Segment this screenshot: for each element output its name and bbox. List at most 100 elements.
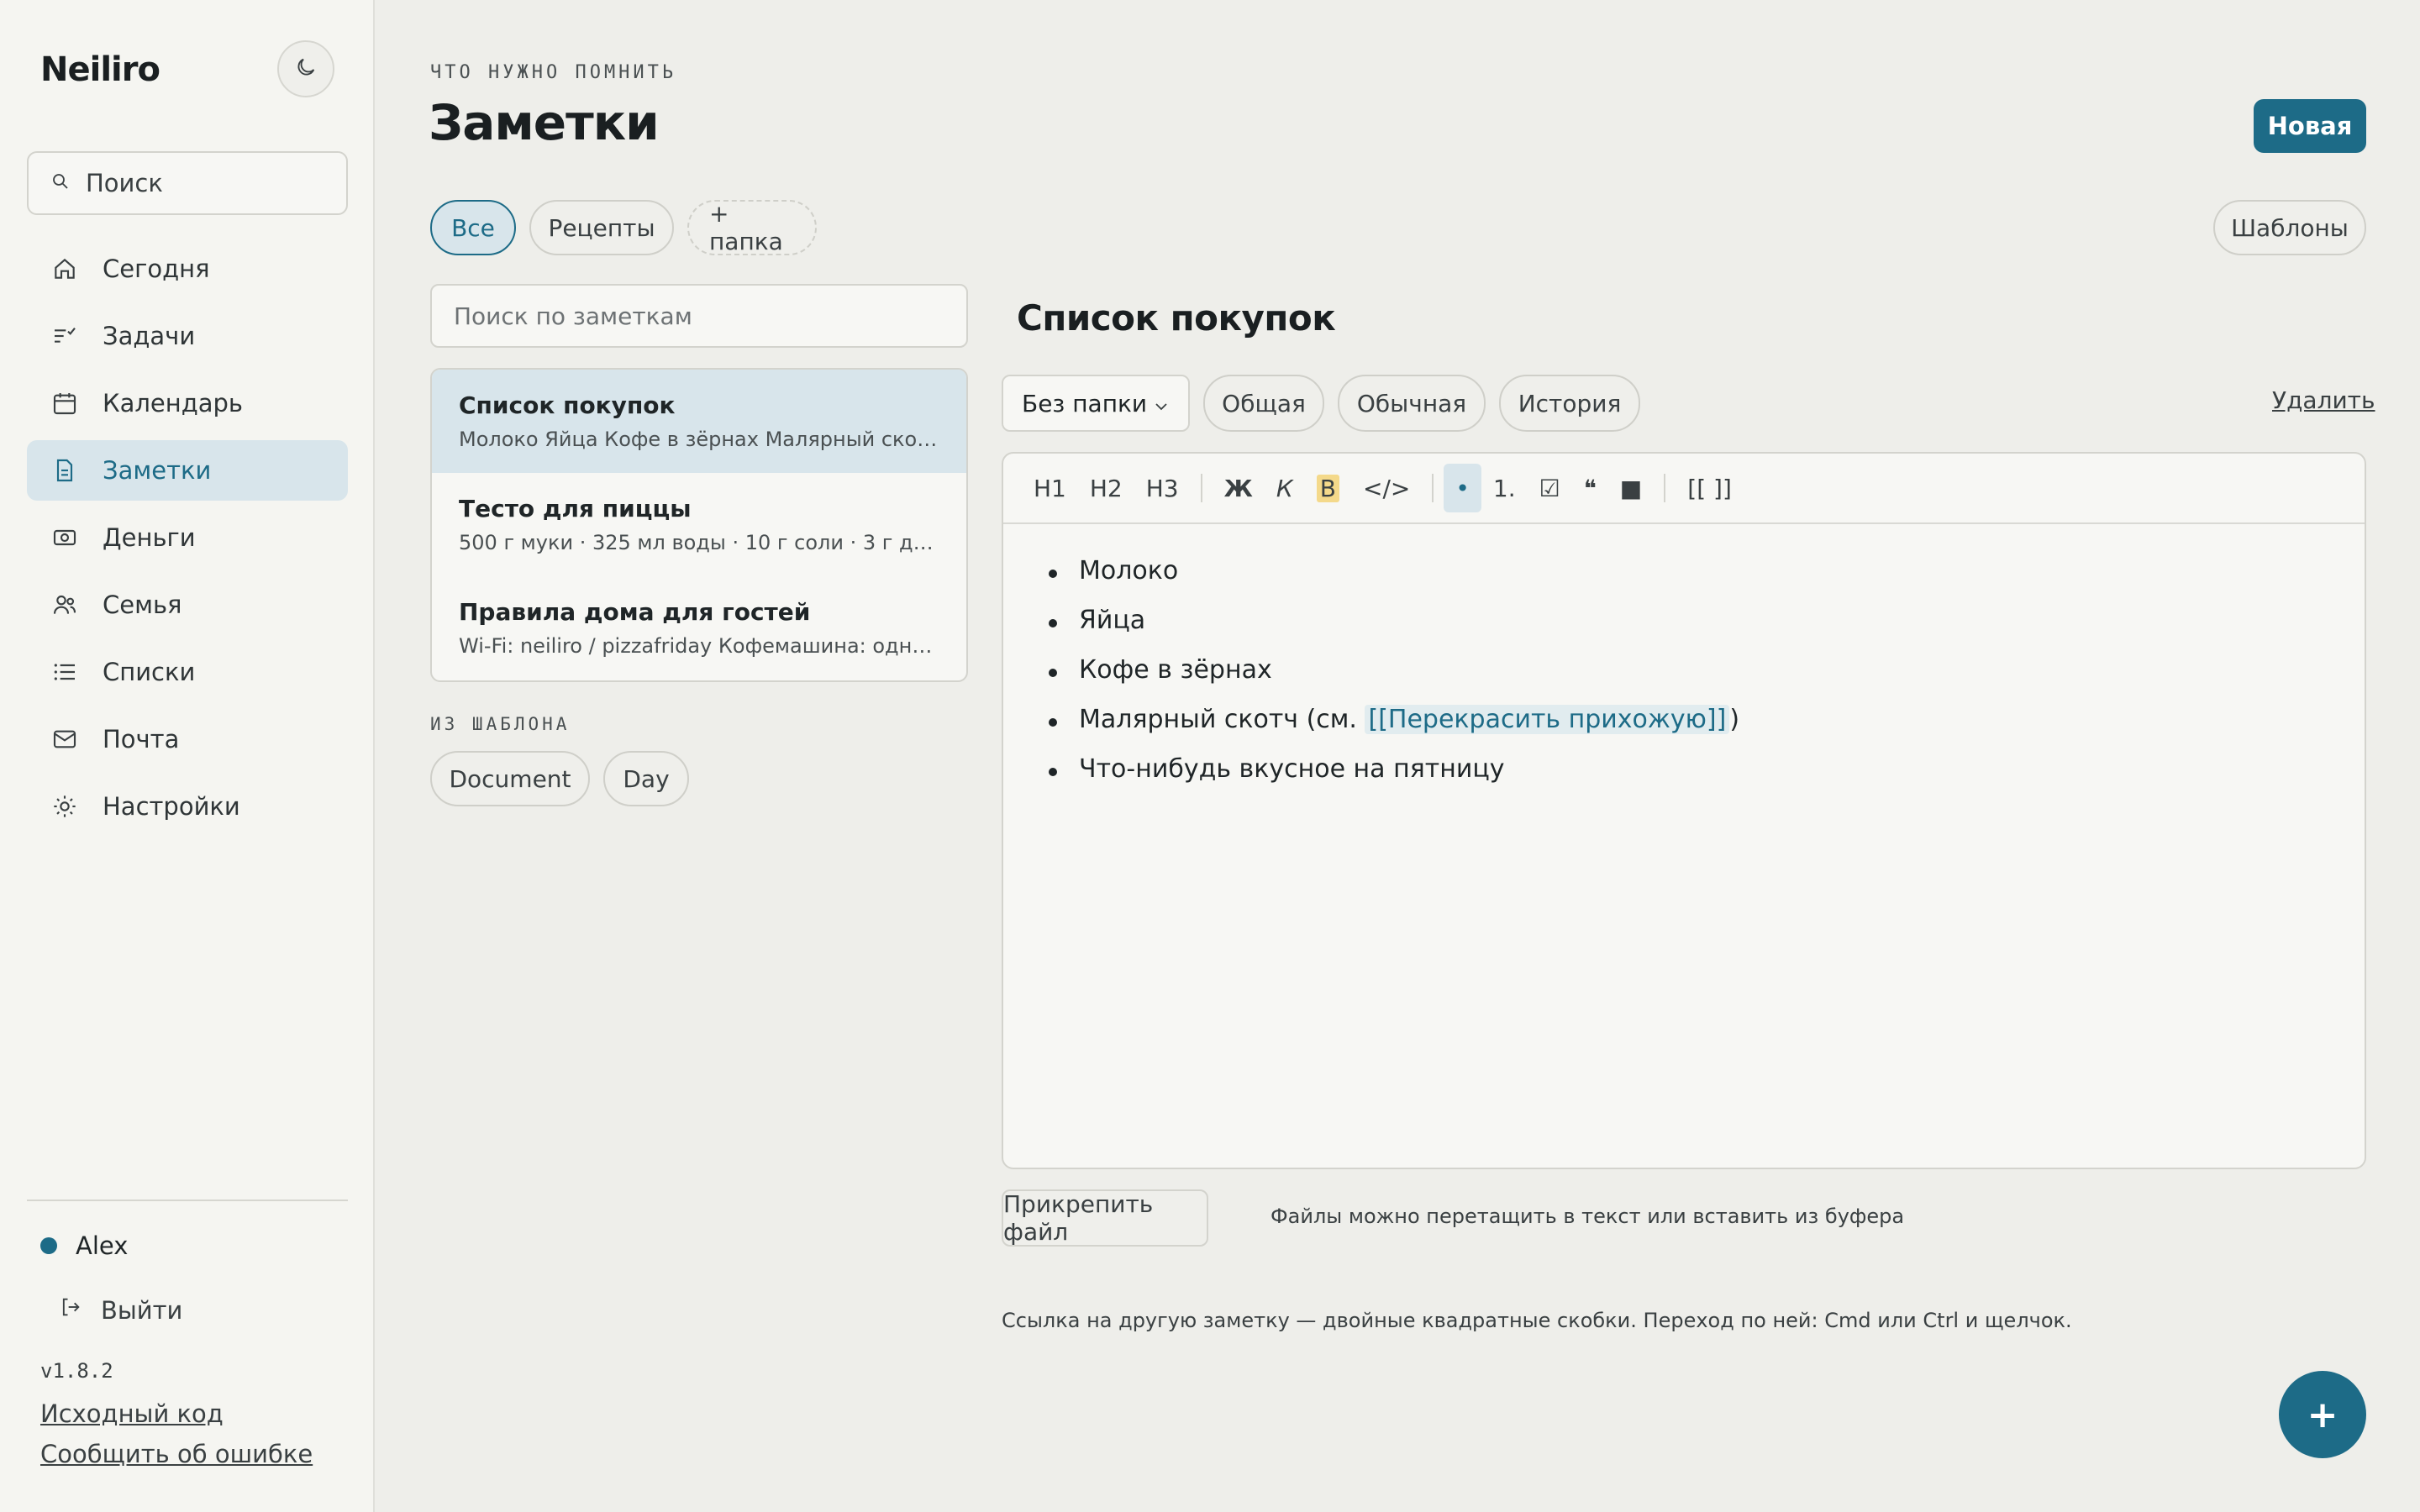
add-folder-button[interactable]: + папка (687, 200, 817, 255)
notes-list: Список покупок Молоко Яйца Кофе в зёрнах… (430, 368, 968, 682)
heading-1-button[interactable]: H1 (1022, 464, 1078, 512)
list-item: Кофе в зёрнах (1049, 655, 2365, 705)
attach-file-button[interactable]: Прикрепить файл (1002, 1189, 1208, 1247)
sidebar-item-mail[interactable]: Почта (27, 709, 348, 769)
attach-hint: Файлы можно перетащить в текст или встав… (1270, 1205, 1905, 1228)
fab-add-button[interactable]: + (2279, 1371, 2366, 1458)
sidebar-item-settings[interactable]: Настройки (27, 776, 348, 837)
delete-note-link[interactable]: Удалить (2272, 386, 2375, 414)
note-preview: 500 г муки · 325 мл воды · 10 г соли · 3… (459, 531, 939, 554)
sidebar-item-label: Списки (103, 658, 196, 686)
user-info: Alex (40, 1231, 128, 1260)
calendar-icon (50, 389, 79, 417)
brand-logo: Neiliro (40, 50, 160, 89)
note-title: Тесто для пиццы (459, 495, 692, 522)
home-icon (50, 255, 79, 283)
editor-toolbar: H1 H2 H3 Ж К В </> • 1. ☑ ❝ ■ [[ ]] (1003, 454, 2365, 524)
link-hint: Ссылка на другую заметку — двойные квадр… (1002, 1309, 2072, 1332)
new-note-button[interactable]: Новая (2254, 99, 2366, 153)
checkbox-list-button[interactable]: ☑ (1528, 464, 1572, 512)
list-item: Малярный скотч (см. [[Перекрасить прихож… (1049, 705, 2365, 754)
sidebar-item-label: Заметки (103, 456, 212, 485)
logout-icon (59, 1295, 82, 1325)
money-icon (50, 523, 79, 552)
sidebar-item-tasks[interactable]: Задачи (27, 306, 348, 366)
list-item: Что-нибудь вкусное на пятницу (1049, 754, 2365, 804)
page-eyebrow: ЧТО НУЖНО ПОМНИТЬ (430, 62, 677, 83)
sidebar-item-label: Почта (103, 725, 180, 753)
gear-icon (50, 792, 79, 821)
sidebar-item-today[interactable]: Сегодня (27, 239, 348, 299)
note-title: Правила дома для гостей (459, 598, 811, 626)
user-status-dot (40, 1237, 57, 1254)
sidebar-item-label: Деньги (103, 523, 196, 552)
list-icon (50, 658, 79, 686)
sidebar-item-label: Семья (103, 591, 182, 619)
sidebar-item-notes[interactable]: Заметки (27, 440, 348, 501)
toolbar-divider (1432, 474, 1434, 502)
history-button[interactable]: История (1499, 375, 1640, 432)
notes-search-input[interactable]: Поиск по заметкам (430, 284, 968, 348)
note-item-house-rules[interactable]: Правила дома для гостей Wi-Fi: neiliro /… (432, 576, 966, 680)
heading-3-button[interactable]: H3 (1134, 464, 1191, 512)
wiki-link[interactable]: [[Перекрасить прихожую]] (1365, 705, 1730, 734)
sidebar: Neiliro Поиск Сегодня Задачи Календарь З… (0, 0, 375, 1512)
highlight-label: В (1316, 474, 1340, 502)
sidebar-item-money[interactable]: Деньги (27, 507, 348, 568)
logout-label: Выйти (101, 1295, 183, 1325)
note-preview: Wi-Fi: neiliro / pizzafriday Кофемашина:… (459, 634, 939, 658)
note-item-pizza[interactable]: Тесто для пиццы 500 г муки · 325 мл воды… (432, 473, 966, 576)
sidebar-item-label: Сегодня (103, 255, 210, 283)
editor-content[interactable]: Молоко Яйца Кофе в зёрнах Малярный скотч… (1003, 524, 2365, 804)
list-item-text: Малярный скотч (см. (1079, 705, 1365, 734)
sidebar-item-lists[interactable]: Списки (27, 642, 348, 702)
highlight-button[interactable]: В (1305, 464, 1351, 512)
note-icon (50, 456, 79, 485)
toolbar-divider (1664, 474, 1666, 502)
logout-button[interactable]: Выйти (59, 1295, 182, 1325)
list-item-text: ) (1729, 705, 1740, 734)
mail-icon (50, 725, 79, 753)
italic-button[interactable]: К (1265, 464, 1305, 512)
sidebar-search-label: Поиск (86, 169, 163, 197)
folder-select-value: Без папки (1022, 389, 1148, 417)
ordered-list-button[interactable]: 1. (1481, 464, 1528, 512)
bold-button[interactable]: Ж (1213, 464, 1265, 512)
template-chip-document[interactable]: Document (430, 751, 590, 806)
code-button[interactable]: </> (1351, 464, 1422, 512)
note-title-field[interactable]: Список покупок (1017, 297, 1336, 339)
filter-chip-recipes[interactable]: Рецепты (529, 200, 674, 255)
list-item: Яйца (1049, 606, 2365, 655)
user-name: Alex (76, 1231, 129, 1260)
note-item-shopping[interactable]: Список покупок Молоко Яйца Кофе в зёрнах… (432, 370, 966, 473)
sidebar-item-calendar[interactable]: Календарь (27, 373, 348, 433)
note-preview: Молоко Яйца Кофе в зёрнах Малярный скотч… (459, 428, 939, 451)
template-chip-day[interactable]: Day (603, 751, 689, 806)
report-bug-link[interactable]: Сообщить об ошибке (40, 1440, 313, 1468)
tag-chip-normal[interactable]: Обычная (1338, 375, 1486, 432)
heading-2-button[interactable]: H2 (1078, 464, 1134, 512)
sidebar-item-label: Календарь (103, 389, 244, 417)
tag-chip-general[interactable]: Общая (1203, 375, 1324, 432)
code-block-button[interactable]: ■ (1608, 464, 1654, 512)
app-version: v1.8.2 (40, 1359, 113, 1383)
quote-button[interactable]: ❝ (1572, 464, 1608, 512)
sidebar-search[interactable]: Поиск (27, 151, 348, 215)
sidebar-divider (27, 1200, 348, 1201)
bullet-list: Молоко Яйца Кофе в зёрнах Малярный скотч… (1049, 556, 2365, 804)
list-item: Молоко (1049, 556, 2365, 606)
sidebar-item-label: Задачи (103, 322, 196, 350)
filter-chip-all[interactable]: Все (430, 200, 516, 255)
note-editor: H1 H2 H3 Ж К В </> • 1. ☑ ❝ ■ [[ ]] Моло… (1002, 452, 2366, 1169)
templates-button[interactable]: Шаблоны (2213, 200, 2366, 255)
source-code-link[interactable]: Исходный код (40, 1399, 224, 1428)
theme-toggle-button[interactable] (277, 40, 334, 97)
chevron-down-icon (1151, 395, 1171, 423)
page-title: Заметки (429, 94, 660, 151)
template-section-label: ИЗ ШАБЛОНА (430, 714, 571, 734)
folder-select[interactable]: Без папки (1002, 375, 1190, 432)
bullet-list-button[interactable]: • (1444, 464, 1481, 512)
sidebar-item-family[interactable]: Семья (27, 575, 348, 635)
tasks-icon (50, 322, 79, 350)
wiki-link-button[interactable]: [[ ]] (1676, 464, 1744, 512)
